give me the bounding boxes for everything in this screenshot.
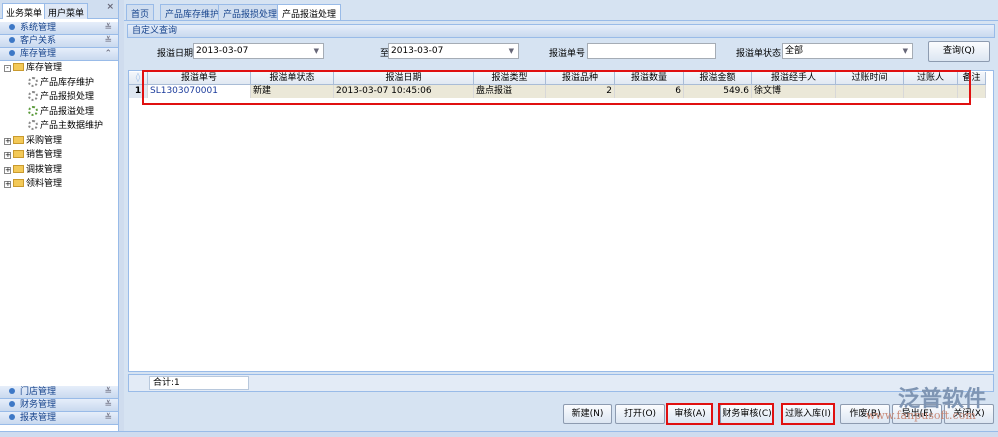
node-label: 领料管理 bbox=[26, 179, 63, 189]
tree-item-loss[interactable]: 产品报损处理 bbox=[0, 90, 118, 105]
status-bar bbox=[0, 431, 998, 437]
status-value: 全部 bbox=[785, 46, 804, 56]
group-label: 报表管理 bbox=[20, 413, 57, 423]
tab-business-menu[interactable]: 业务菜单 bbox=[2, 3, 47, 19]
highlight-box bbox=[666, 403, 713, 425]
chevron-down-icon[interactable]: ≚ bbox=[104, 22, 112, 34]
tab-loss[interactable]: 产品报损处理 bbox=[218, 4, 283, 20]
bullet-icon bbox=[9, 24, 15, 30]
tree-item-master[interactable]: 产品主数据维护 bbox=[0, 119, 118, 134]
query-panel-title: 自定义查询 bbox=[127, 24, 995, 38]
folder-icon bbox=[13, 164, 24, 173]
chevron-down-icon[interactable]: ≚ bbox=[104, 412, 112, 424]
bullet-icon bbox=[9, 37, 15, 43]
date-from-input[interactable]: 2013-03-07 ▼ bbox=[193, 43, 324, 59]
node-label: 产品主数据维护 bbox=[40, 121, 104, 131]
group-inventory[interactable]: 库存管理 ⌃ bbox=[0, 48, 118, 61]
tab-overflow[interactable]: 产品报溢处理 bbox=[277, 4, 342, 20]
folder-icon bbox=[13, 135, 24, 144]
node-label: 采购管理 bbox=[26, 135, 63, 146]
tab-home[interactable]: 首页 bbox=[126, 4, 155, 20]
menu-tree: - 库存管理 产品库存维护 产品报损处理 产品报溢处理 产品主数据维护 + 采购管理… bbox=[0, 61, 118, 192]
gear-icon bbox=[28, 120, 38, 130]
new-button[interactable]: 新建(N) bbox=[563, 404, 612, 424]
date-to-input[interactable]: 2013-03-07 ▼ bbox=[388, 43, 519, 59]
group-finance[interactable]: 财务管理 ≚ bbox=[0, 399, 118, 412]
group-system[interactable]: 系统管理 ≚ bbox=[0, 22, 118, 35]
watermark-url: www.fanpusoft.com bbox=[866, 409, 976, 422]
search-button[interactable]: 查询(Q) bbox=[928, 41, 990, 62]
tree-item-overflow[interactable]: 产品报溢处理 bbox=[0, 105, 118, 120]
chevron-down-icon[interactable]: ≚ bbox=[104, 386, 112, 398]
node-label: 调拨管理 bbox=[26, 164, 63, 175]
gear-icon bbox=[28, 91, 38, 101]
bullet-icon bbox=[9, 388, 15, 394]
gear-icon bbox=[28, 105, 38, 116]
tree-node-inventory[interactable]: - 库存管理 bbox=[0, 61, 118, 76]
expand-icon[interactable]: + bbox=[4, 137, 11, 145]
tree-node-purchase[interactable]: + 采购管理 bbox=[0, 134, 118, 149]
dropdown-arrow-icon[interactable]: ▼ bbox=[903, 44, 908, 58]
dropdown-arrow-icon[interactable]: ▼ bbox=[314, 44, 319, 58]
bullet-icon bbox=[9, 414, 15, 420]
expand-icon[interactable]: + bbox=[4, 152, 11, 159]
status-label: 报溢单状态 bbox=[736, 49, 782, 59]
chevron-down-icon[interactable]: ≚ bbox=[104, 399, 112, 411]
group-store[interactable]: 门店管理 ≚ bbox=[0, 386, 118, 399]
dropdown-arrow-icon[interactable]: ▼ bbox=[509, 44, 514, 58]
tree-node-sales[interactable]: + 销售管理 bbox=[0, 148, 118, 163]
group-label: 客户关系 bbox=[20, 36, 57, 46]
expand-icon[interactable]: + bbox=[4, 166, 11, 174]
open-button[interactable]: 打开(O) bbox=[615, 404, 665, 424]
node-label: 库存管理 bbox=[26, 63, 63, 73]
chevron-up-icon[interactable]: ⌃ bbox=[104, 48, 112, 60]
highlight-box bbox=[781, 403, 835, 425]
date-label: 报溢日期 bbox=[157, 49, 194, 59]
node-label: 产品库存维护 bbox=[40, 77, 95, 88]
tab-user-menu[interactable]: 用户菜单 bbox=[44, 3, 89, 19]
group-label: 财务管理 bbox=[20, 400, 57, 410]
date-from-value: 2013-03-07 bbox=[196, 46, 249, 56]
main-panel: 首页 产品库存维护 产品报损处理 产品报溢处理 自定义查询 报溢日期 2013-… bbox=[124, 0, 998, 431]
group-label: 门店管理 bbox=[20, 387, 57, 397]
chevron-down-icon[interactable]: ≚ bbox=[104, 35, 112, 47]
status-select[interactable]: 全部 ▼ bbox=[782, 43, 913, 59]
group-customer[interactable]: 客户关系 ≚ bbox=[0, 35, 118, 48]
bullet-icon bbox=[9, 50, 15, 56]
node-label: 产品报损处理 bbox=[40, 92, 95, 102]
sidebar: 业务菜单 用户菜单 × 系统管理 ≚ 客户关系 ≚ 库存管理 ⌃ - 库存管理 产品库存… bbox=[0, 0, 119, 431]
highlight-box bbox=[142, 70, 971, 105]
collapse-icon[interactable]: - bbox=[4, 65, 11, 72]
gear-icon bbox=[28, 76, 38, 87]
tree-node-transfer[interactable]: + 调拨管理 bbox=[0, 163, 118, 178]
date-to-value: 2013-03-07 bbox=[391, 46, 444, 56]
folder-icon bbox=[13, 150, 24, 158]
grid-footer: 合计:1 bbox=[128, 374, 994, 392]
tree-node-requisition[interactable]: + 领料管理 bbox=[0, 177, 118, 192]
order-no-input[interactable] bbox=[587, 43, 716, 59]
data-grid: ◊ 报溢单号 报溢单状态 报溢日期 报溢类型 报溢品种 报溢数量 报溢金额 报溢… bbox=[128, 70, 994, 372]
node-label: 销售管理 bbox=[26, 150, 63, 160]
close-icon[interactable]: × bbox=[106, 2, 114, 12]
group-label: 系统管理 bbox=[20, 23, 57, 33]
total-count: 合计:1 bbox=[149, 376, 249, 390]
group-report[interactable]: 报表管理 ≚ bbox=[0, 412, 118, 425]
folder-icon bbox=[13, 63, 24, 71]
highlight-box bbox=[718, 403, 774, 425]
tree-item-stock[interactable]: 产品库存维护 bbox=[0, 76, 118, 91]
expand-icon[interactable]: + bbox=[4, 181, 11, 188]
tab-stock[interactable]: 产品库存维护 bbox=[160, 4, 225, 20]
node-label: 产品报溢处理 bbox=[40, 106, 95, 117]
bullet-icon bbox=[9, 401, 15, 407]
order-no-label: 报溢单号 bbox=[549, 49, 586, 59]
folder-icon bbox=[13, 179, 24, 187]
group-label: 库存管理 bbox=[20, 49, 57, 59]
